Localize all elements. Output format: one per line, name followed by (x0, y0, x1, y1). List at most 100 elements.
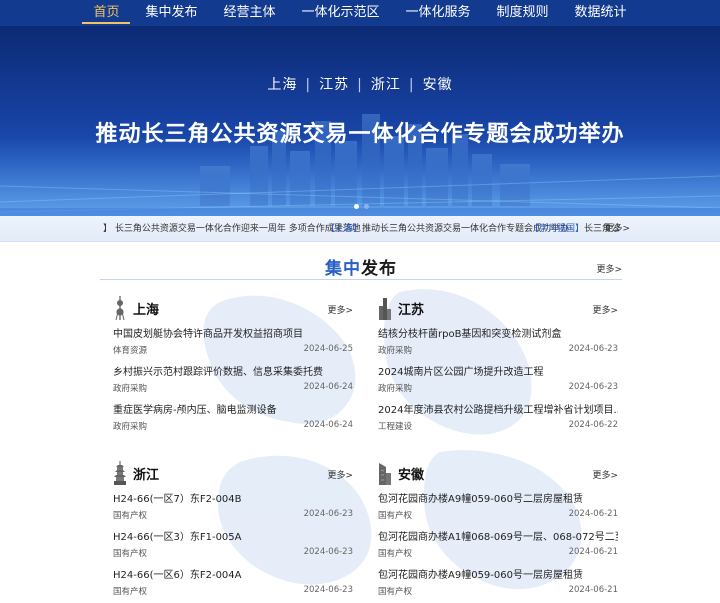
list-item[interactable]: 包河花园商办楼A1幢068-069号一层、068-072号二至... 国有产权 … (378, 525, 618, 563)
item-title[interactable]: 包河花园商办楼A9幢059-060号二层房屋租赁 (378, 490, 618, 505)
region-jiangsu: 江苏 (319, 77, 350, 93)
item-date: 2024-06-24 (303, 420, 353, 430)
ticker-tag: 【学习强国】 (530, 224, 585, 234)
list-item[interactable]: 2024城南片区公园广场提升改造工程 政府采购 2024-06-23 (378, 360, 618, 398)
section-header: 集中发布 更多> (100, 246, 622, 280)
card-header: 江苏 更多> (378, 294, 618, 322)
item-date: 2024-06-23 (568, 344, 618, 354)
item-category: 国有产权 (113, 549, 148, 559)
region-shanghai: 上海 (267, 77, 298, 93)
item-category: 政府采购 (113, 422, 148, 432)
card-region-name: 上海 (133, 303, 160, 318)
item-title[interactable]: 中国皮划艇协会特许商品开发权益招商项目 (113, 325, 353, 340)
list-item[interactable]: H24-66(一区3）东F1-005A 国有产权 2024-06-23 (113, 525, 353, 563)
item-date: 2024-06-21 (568, 585, 618, 595)
card-region-name: 浙江 (133, 468, 160, 483)
item-date: 2024-06-22 (568, 420, 618, 430)
card-header: 安徽 更多> (378, 459, 618, 487)
list-item[interactable]: 包河花园商办楼A9幢059-060号二层房屋租赁 国有产权 2024-06-21 (378, 487, 618, 525)
list-item[interactable]: 中国皮划艇协会特许商品开发权益招商项目 体育资源 2024-06-25 (113, 322, 353, 360)
building-icon (379, 463, 391, 485)
region-separator: | (408, 77, 415, 93)
carousel-dot[interactable] (364, 204, 369, 209)
item-category: 政府采购 (113, 384, 148, 394)
card-region-name: 安徽 (398, 468, 425, 483)
banner-title: 推动长三角公共资源交易一体化合作专题会成功举办 (95, 122, 625, 147)
section-title-rest: 发布 (361, 259, 397, 279)
card-more-link[interactable]: 更多> (327, 468, 353, 481)
item-title[interactable]: H24-66(一区3）东F1-005A (113, 528, 353, 543)
ticker-tag: 【上海】 (326, 224, 363, 234)
carousel-dot[interactable] (354, 204, 359, 209)
item-category: 政府采购 (378, 346, 413, 356)
list-item[interactable]: H24-66(一区6）东F2-004A 国有产权 2024-06-23 (113, 563, 353, 601)
item-category: 国有产权 (378, 587, 413, 597)
list-item[interactable]: 乡村振兴示范村跟踪评价数据、信息采集委托费 政府采购 2024-06-24 (113, 360, 353, 398)
item-title[interactable]: H24-66(一区6）东F2-004A (113, 566, 353, 581)
section-title: 集中发布 (100, 254, 622, 279)
item-title[interactable]: 包河花园商办楼A1幢068-069号一层、068-072号二至... (378, 528, 618, 543)
pagoda-icon (114, 461, 126, 485)
list-item[interactable]: 包河花园商办楼A9幢059-060号一层房屋租赁 国有产权 2024-06-21 (378, 563, 618, 601)
item-category: 政府采购 (378, 384, 413, 394)
list-item[interactable]: H24-66(一区7）东F2-004B 国有产权 2024-06-23 (113, 487, 353, 525)
item-category: 国有产权 (378, 511, 413, 521)
item-category: 国有产权 (378, 549, 413, 559)
region-list: 上海 | 江苏 | 浙江 | 安徽 (0, 74, 720, 94)
card-header: 浙江 更多> (113, 459, 353, 487)
list-item[interactable]: 2024年度沛县农村公路提档升级工程增补省计划项目... 工程建设 2024-0… (378, 398, 618, 436)
item-date: 2024-06-23 (568, 382, 618, 392)
ticker-bracket: 】 (103, 224, 113, 234)
ticker-text: 长三角公共资源交易一体化合作迎来一周年 多项合作成果落地 (114, 224, 361, 234)
card-region-name: 江苏 (398, 303, 425, 318)
card-more-link[interactable]: 更多> (327, 303, 353, 316)
item-title[interactable]: 重症医学病房-颅内压、脑电监测设备 (113, 401, 353, 416)
hero-banner[interactable]: 上海 | 江苏 | 浙江 | 安徽 推动长三角公共资源交易一体化合作专题会成功举办 (0, 26, 720, 216)
nav-integrated-service[interactable]: 一体化服务 (393, 0, 484, 26)
carousel-dots (354, 204, 369, 209)
card-header: 上海 更多> (113, 294, 353, 322)
region-card-anhui: 安徽 更多> 包河花园商办楼A9幢059-060号二层房屋租赁 国有产权 202… (378, 459, 618, 601)
ticker-item[interactable]: 】 长三角公共资源交易一体化合作迎来一周年 多项合作成果落地 (103, 216, 361, 241)
card-more-link[interactable]: 更多> (592, 303, 618, 316)
region-zhejiang: 浙江 (370, 77, 401, 93)
item-title[interactable]: 2024年度沛县农村公路提档升级工程增补省计划项目... (378, 401, 618, 416)
item-date: 2024-06-21 (568, 547, 618, 557)
region-anhui: 安徽 (422, 77, 453, 93)
list-item[interactable]: 结核分枝杆菌rpoB基因和突变检测试剂盒 政府采购 2024-06-23 (378, 322, 618, 360)
region-card-shanghai: 上海 更多> 中国皮划艇协会特许商品开发权益招商项目 体育资源 2024-06-… (113, 294, 353, 436)
nav-rules[interactable]: 制度规则 (484, 0, 562, 26)
item-date: 2024-06-23 (303, 509, 353, 519)
item-title[interactable]: 包河花园商办楼A9幢059-060号一层房屋租赁 (378, 566, 618, 581)
ticker-more-link[interactable]: 更多> (604, 216, 630, 241)
nav-home[interactable]: 首页 (80, 0, 132, 26)
nav-demo-zone[interactable]: 一体化示范区 (288, 0, 392, 26)
nav-centralized-release[interactable]: 集中发布 (132, 0, 210, 26)
item-title[interactable]: 乡村振兴示范村跟踪评价数据、信息采集委托费 (113, 363, 353, 378)
top-nav: 首页 集中发布 经营主体 一体化示范区 一体化服务 制度规则 数据统计 (0, 0, 720, 26)
list-item[interactable]: 重症医学病房-颅内压、脑电监测设备 政府采购 2024-06-24 (113, 398, 353, 436)
item-category: 工程建设 (378, 422, 413, 432)
item-date: 2024-06-23 (303, 547, 353, 557)
item-title[interactable]: H24-66(一区7）东F2-004B (113, 490, 353, 505)
section-title-highlight: 集中 (325, 259, 361, 279)
item-title[interactable]: 结核分枝杆菌rpoB基因和突变检测试剂盒 (378, 325, 618, 340)
item-date: 2024-06-24 (303, 382, 353, 392)
card-more-link[interactable]: 更多> (592, 468, 618, 481)
region-separator: | (305, 77, 312, 93)
item-title[interactable]: 2024城南片区公园广场提升改造工程 (378, 363, 618, 378)
skyline-icon (379, 298, 391, 320)
item-date: 2024-06-23 (303, 585, 353, 595)
nav-business-entities[interactable]: 经营主体 (210, 0, 288, 26)
item-date: 2024-06-21 (568, 509, 618, 519)
region-card-zhejiang: 浙江 更多> H24-66(一区7）东F2-004B 国有产权 2024-06-… (113, 459, 353, 601)
oriental-pearl-tower-icon (115, 296, 125, 320)
region-card-jiangsu: 江苏 更多> 结核分枝杆菌rpoB基因和突变检测试剂盒 政府采购 2024-06… (378, 294, 618, 436)
news-ticker: 】 长三角公共资源交易一体化合作迎来一周年 多项合作成果落地 【上海】推动长三角… (0, 216, 720, 242)
nav-statistics[interactable]: 数据统计 (562, 0, 640, 26)
item-category: 国有产权 (113, 587, 148, 597)
item-category: 体育资源 (113, 346, 148, 356)
item-date: 2024-06-25 (303, 344, 353, 354)
region-separator: | (357, 77, 363, 93)
section-more-link[interactable]: 更多> (596, 262, 622, 275)
